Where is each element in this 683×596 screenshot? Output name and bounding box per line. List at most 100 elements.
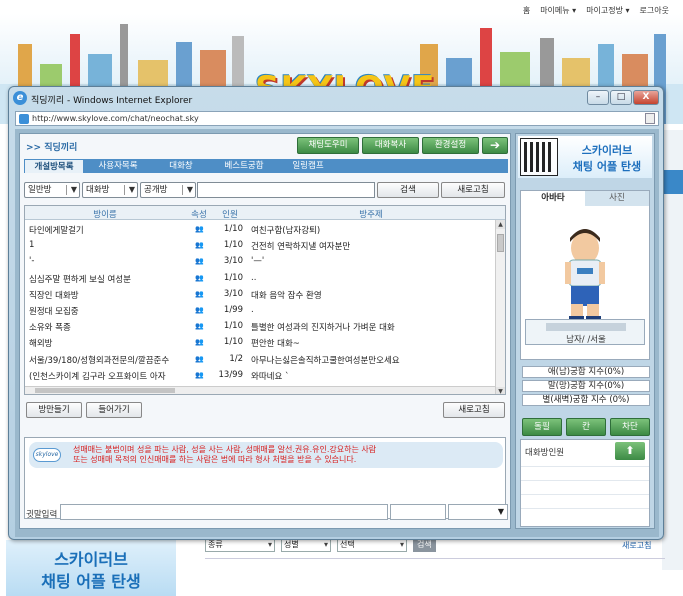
- scroll-thumb[interactable]: [497, 234, 504, 252]
- kick-button[interactable]: 칸: [566, 418, 606, 436]
- table-row[interactable]: 소유와 폭종 👥 1/10 틀별한 여성과의 진지하거나 가벼운 대화: [25, 318, 495, 335]
- banner-line2: 채팅 어플 탄생: [572, 160, 642, 173]
- bg-search-button[interactable]: 검색: [413, 538, 436, 552]
- whisper-target-input[interactable]: [390, 504, 446, 520]
- profile-side-panel: 스카이러브 채팅 어플 탄생 아바타 사진 남자/ /서울 애(남)궁합 지수(…: [515, 133, 655, 529]
- nav-home[interactable]: 홈: [523, 5, 530, 16]
- address-url[interactable]: http://www.skylove.com/chat/neochat.sky: [32, 114, 199, 123]
- maximize-button[interactable]: □: [610, 90, 632, 105]
- chat-tabs: 개설방목록 사용자목록 대화창 베스트궁합 일링캠프: [24, 159, 508, 173]
- minimize-button[interactable]: –: [587, 90, 609, 105]
- table-row[interactable]: 서울/39/180/성형외과전문의/깔끔준수 👥 1/2 아무나는싫은솔직하고쿨한여성…: [25, 351, 495, 368]
- window-content: >> 직딩끼리 채팅도우미 대화복사 환경설정 ➔ 개설방목록 사용자목록 대화…: [15, 129, 659, 537]
- app-promo-banner[interactable]: 스카이러브 채팅 어플 탄생: [6, 540, 176, 596]
- col-members[interactable]: 인원: [213, 208, 247, 220]
- arrow-up-icon[interactable]: ⬆: [615, 442, 645, 460]
- table-row[interactable]: '- 👥 3/10 '—': [25, 253, 495, 270]
- hscroll-thumb[interactable]: [35, 388, 175, 393]
- side-strip: [662, 170, 683, 194]
- divider: [521, 466, 649, 467]
- address-bar[interactable]: http://www.skylove.com/chat/neochat.sky: [15, 111, 659, 126]
- bg-refresh-link[interactable]: 새로고침: [622, 540, 651, 551]
- avatar-box: 아바타 사진 남자/ /서울: [520, 190, 650, 360]
- table-row[interactable]: 원정대 모집중 👥 1/99.: [25, 302, 495, 319]
- nav-my-fixed-room[interactable]: 마이고정방 ▾: [586, 5, 629, 16]
- nav-logout[interactable]: 로그아웃: [640, 5, 669, 16]
- table-row[interactable]: 해외방 👥 1/10 편안한 대화~: [25, 334, 495, 351]
- col-attribute[interactable]: 속성: [185, 208, 213, 220]
- horizontal-scrollbar[interactable]: [25, 386, 495, 394]
- divider: [205, 558, 665, 559]
- room-topic: .: [251, 305, 254, 315]
- match-index-3: 별(새벽)궁합 지수 (0%): [522, 394, 650, 406]
- enter-room-button[interactable]: 들어가기: [86, 402, 142, 418]
- profile-button[interactable]: 돌필: [522, 418, 562, 436]
- gender-select[interactable]: 성별: [281, 538, 331, 552]
- window-title: 직딩끼리 - Windows Internet Explorer: [31, 96, 193, 106]
- room-search-input[interactable]: [197, 182, 375, 198]
- room-topic: 와따네요 `: [251, 371, 290, 382]
- recipient-select[interactable]: ▼: [448, 504, 508, 520]
- room-name: 서울/39/180/성형외과전문의/깔끔준수: [29, 355, 170, 366]
- tab-avatar[interactable]: 아바타: [521, 191, 585, 206]
- tab-best-match[interactable]: 베스트궁합: [210, 159, 278, 173]
- tab-chat-window[interactable]: 대화창: [152, 159, 210, 173]
- table-row[interactable]: 1 👥 1/10 건전히 연락하지낼 여자분만: [25, 237, 495, 254]
- chat-type-select[interactable]: 대화방 ▼: [82, 182, 138, 198]
- tab-photo[interactable]: 사진: [585, 191, 649, 206]
- table-row[interactable]: 직장인 대화방 👥 3/10 대화 음악 잠수 환영: [25, 286, 495, 303]
- open-type-select[interactable]: 공개방 ▼: [140, 182, 196, 198]
- type-select[interactable]: 종류: [205, 538, 275, 552]
- scroll-up-icon[interactable]: ▲: [496, 220, 505, 229]
- chevron-down-icon: ▼: [186, 185, 193, 194]
- table-header: 방이름 속성 인원 방주제: [25, 206, 505, 220]
- tab-camp[interactable]: 일링캠프: [278, 159, 338, 173]
- block-button[interactable]: 차단: [610, 418, 650, 436]
- copy-chat-button[interactable]: 대화복사: [362, 137, 419, 154]
- table-row[interactable]: 타인에게말걸기 👥 1/10 여친구함(남자강퇴): [25, 221, 495, 238]
- table-row[interactable]: (인천스카이계 김구라 오프화이트 아자 👥 13/99 와따네요 `: [25, 367, 495, 384]
- make-room-button[interactable]: 방만들기: [26, 402, 82, 418]
- col-topic[interactable]: 방주제: [247, 208, 495, 220]
- top-navigation: 홈 마이메뉴 ▾ 마이고정방 ▾ 로그아웃: [523, 0, 683, 20]
- arrow-right-icon[interactable]: ➔: [482, 137, 508, 154]
- room-type-select[interactable]: 일반방 ▼: [24, 182, 80, 198]
- promo-line1: 스카이러브: [54, 550, 128, 569]
- table-row[interactable]: 심심주말 편하게 보실 여성분 👥 1/10..: [25, 270, 495, 287]
- ie-icon: e: [13, 91, 27, 105]
- col-room-name[interactable]: 방이름: [25, 208, 185, 220]
- member-icon: 👥: [195, 322, 204, 331]
- room-list-table: 방이름 속성 인원 방주제 타인에게말걸기 👥 1/10 여친구함(남자강퇴) 1 👥 1/…: [24, 205, 506, 395]
- room-type-value: 일반방: [28, 185, 52, 195]
- room-topic: 틀별한 여성과의 진지하거나 가벼운 대화: [251, 323, 395, 334]
- chat-type-value: 대화방: [86, 185, 110, 195]
- divider: [521, 508, 649, 509]
- notice-text: 성매매는 불법이며 성을 파는 사람, 성을 사는 사람, 성매매를 알선.권유…: [73, 445, 493, 465]
- member-icon: 👥: [195, 273, 204, 282]
- refresh-button[interactable]: 새로고침: [441, 182, 505, 198]
- nav-my-menu[interactable]: 마이메뉴 ▾: [540, 5, 576, 16]
- search-button[interactable]: 검색: [377, 182, 439, 198]
- member-icon: 👥: [195, 370, 204, 379]
- tab-room-list[interactable]: 개설방목록: [24, 159, 84, 173]
- scroll-down-icon[interactable]: ▼: [496, 387, 505, 394]
- chat-input[interactable]: [60, 504, 388, 520]
- chat-help-button[interactable]: 채팅도우미: [297, 137, 359, 154]
- page-right-edge: [662, 130, 683, 570]
- option-select[interactable]: 선택: [337, 538, 407, 552]
- vertical-scrollbar[interactable]: ▲ ▼: [495, 220, 505, 394]
- close-button[interactable]: X: [633, 90, 659, 105]
- list-refresh-button[interactable]: 새로고침: [443, 402, 505, 418]
- app-banner[interactable]: 스카이러브 채팅 어플 탄생: [518, 136, 652, 178]
- member-icon: 👥: [195, 289, 204, 298]
- member-icon: 👥: [195, 338, 204, 347]
- room-member-count: 1/10: [223, 337, 243, 348]
- window-titlebar[interactable]: e 직딩끼리 - Windows Internet Explorer – □ X: [9, 87, 663, 109]
- chevron-down-icon: ▼: [128, 185, 135, 194]
- settings-button[interactable]: 환경설정: [422, 137, 479, 154]
- blurred-nickname: [546, 323, 626, 331]
- member-icon: 👥: [195, 257, 204, 266]
- banner-line1: 스카이러브: [581, 144, 633, 157]
- profile-name-box: 남자/ /서울: [525, 319, 645, 345]
- tab-user-list[interactable]: 사용자목록: [84, 159, 152, 173]
